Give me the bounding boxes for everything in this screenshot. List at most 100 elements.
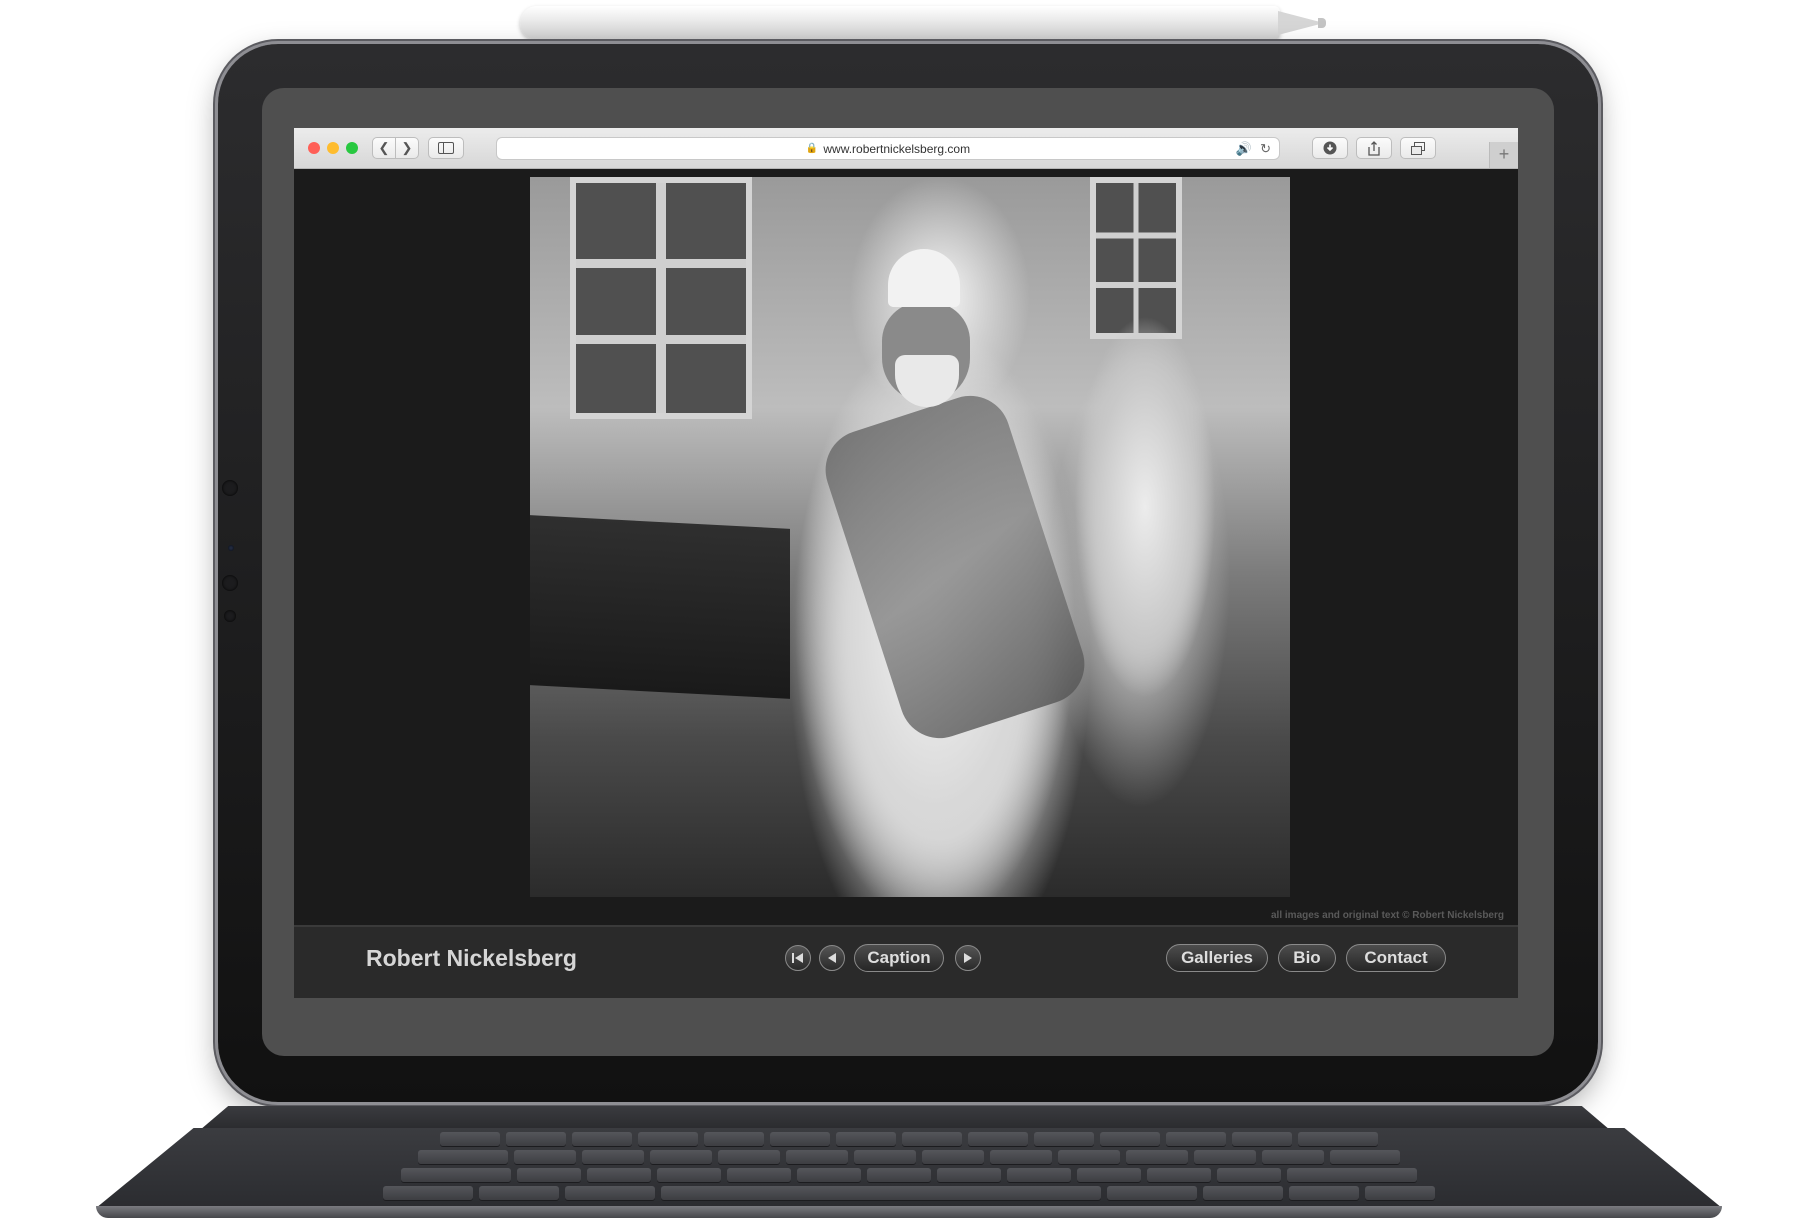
next-icon (964, 953, 972, 963)
keyboard-key (1100, 1132, 1160, 1146)
apple-pencil (520, 6, 1280, 40)
caption-label: Caption (867, 948, 931, 967)
nav-bio-label: Bio (1293, 948, 1321, 967)
keyboard-key (770, 1132, 830, 1146)
address-bar[interactable]: 🔒 www.robertnickelsberg.com 🔊 ↻ (496, 137, 1280, 160)
keyboard-key (1058, 1150, 1120, 1164)
minimize-window-button[interactable] (327, 142, 339, 154)
download-button[interactable] (1312, 137, 1348, 159)
keyboard-key (867, 1168, 931, 1182)
keyboard-key (479, 1186, 559, 1200)
keyboard-key (990, 1150, 1052, 1164)
tabs-overview-button[interactable] (1400, 137, 1436, 159)
keyboard-key (1232, 1132, 1292, 1146)
first-image-button[interactable] (785, 945, 811, 971)
nav-galleries-button[interactable]: Galleries (1166, 944, 1268, 972)
keyboard-key (587, 1168, 651, 1182)
lock-icon: 🔒 (805, 143, 819, 154)
keyboard-key (650, 1150, 712, 1164)
keyboard-key (1287, 1168, 1417, 1182)
back-button[interactable]: ❮ (372, 137, 396, 159)
keyboard-key (1166, 1132, 1226, 1146)
next-image-button[interactable] (955, 945, 981, 971)
nav-galleries-label: Galleries (1181, 948, 1253, 967)
previous-icon (828, 953, 836, 963)
photo-cap (888, 249, 960, 307)
share-button[interactable] (1356, 137, 1392, 159)
keyboard-key (786, 1150, 848, 1164)
keyboard-row (96, 1168, 1722, 1182)
keyboard-key (572, 1132, 632, 1146)
keyboard-key (1262, 1150, 1324, 1164)
first-icon (792, 953, 803, 963)
keyboard-key (401, 1168, 511, 1182)
forward-icon: ❯ (401, 140, 413, 155)
url-text: www.robertnickelsberg.com (823, 141, 971, 156)
sidebar-icon (438, 142, 454, 154)
keyboard-key (1289, 1186, 1359, 1200)
keyboard-key (1203, 1186, 1283, 1200)
keyboard-key (836, 1132, 896, 1146)
smart-keyboard (96, 1128, 1722, 1208)
photo-background-figure (1070, 297, 1220, 697)
keyboard-key (565, 1186, 655, 1200)
keyboard-key (661, 1186, 1101, 1200)
keyboard-key (1126, 1150, 1188, 1164)
keyboard-key (440, 1132, 500, 1146)
keyboard-key (1034, 1132, 1094, 1146)
keyboard-key (718, 1150, 780, 1164)
keyboard-key (922, 1150, 984, 1164)
tabs-icon (1411, 141, 1425, 155)
keyboard-key (1007, 1168, 1071, 1182)
new-tab-icon[interactable]: + (1489, 142, 1518, 168)
keyboard-key (902, 1132, 962, 1146)
caption-button[interactable]: Caption (854, 944, 944, 972)
keyboard-key (582, 1150, 644, 1164)
side-sensor (222, 575, 238, 591)
forward-button[interactable]: ❯ (395, 137, 419, 159)
keyboard-key (1298, 1132, 1378, 1146)
keyboard-key (854, 1150, 916, 1164)
download-icon (1323, 141, 1337, 155)
pencil-nib (1318, 18, 1326, 28)
site-navbar: Robert Nickelsberg Caption Galleries Bio… (294, 925, 1518, 998)
keyboard-key (418, 1150, 508, 1164)
side-camera (228, 545, 234, 551)
keyboard-key (937, 1168, 1001, 1182)
browser-toolbar: ❮ ❯ 🔒 www.robertnickelsberg.com 🔊 ↻ + (294, 128, 1518, 169)
keyboard-row (96, 1150, 1722, 1164)
back-icon: ❮ (378, 140, 390, 155)
keyboard-key (1217, 1168, 1281, 1182)
keyboard-hinge (200, 1106, 1610, 1130)
side-sensor (222, 480, 238, 496)
keyboard-key (506, 1132, 566, 1146)
side-sensor (224, 610, 236, 622)
close-window-button[interactable] (308, 142, 320, 154)
nav-bio-button[interactable]: Bio (1278, 944, 1336, 972)
keyboard-key (968, 1132, 1028, 1146)
keyboard-key (517, 1168, 581, 1182)
keyboard-key (1330, 1150, 1400, 1164)
nav-contact-label: Contact (1364, 948, 1428, 967)
sidebar-button[interactable] (428, 137, 464, 159)
keyboard-row (96, 1186, 1722, 1200)
nav-contact-button[interactable]: Contact (1346, 944, 1446, 972)
reload-icon[interactable]: ↻ (1260, 141, 1271, 157)
photo-banner (530, 515, 790, 699)
keyboard-key (1077, 1168, 1141, 1182)
keyboard-key (1365, 1186, 1435, 1200)
keyboard-key (704, 1132, 764, 1146)
keyboard-key (797, 1168, 861, 1182)
keyboard-key (657, 1168, 721, 1182)
speaker-icon[interactable]: 🔊 (1236, 141, 1252, 157)
keyboard-key (1194, 1150, 1256, 1164)
keyboard-key (383, 1186, 473, 1200)
site-title[interactable]: Robert Nickelsberg (366, 945, 577, 972)
copyright-credit: all images and original text © Robert Ni… (1271, 910, 1504, 921)
keyboard-row (96, 1132, 1722, 1146)
previous-image-button[interactable] (819, 945, 845, 971)
keyboard-key (1107, 1186, 1197, 1200)
keyboard-key (638, 1132, 698, 1146)
photo-window-left (570, 177, 752, 419)
zoom-window-button[interactable] (346, 142, 358, 154)
